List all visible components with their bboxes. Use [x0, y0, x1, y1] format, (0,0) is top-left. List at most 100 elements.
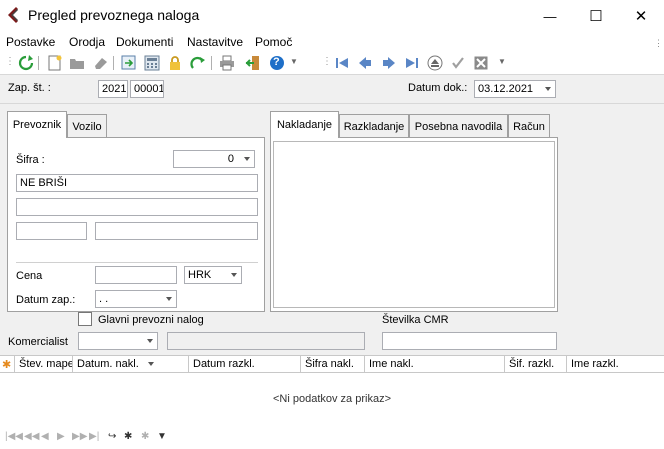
chevron-down-icon [148, 362, 154, 366]
maximize-icon: ☐ [589, 8, 603, 25]
header-divider [0, 103, 664, 104]
append-row-icon[interactable]: ↪ [108, 431, 116, 442]
currency-select[interactable]: HRK [184, 266, 242, 284]
panel-divider [16, 262, 258, 263]
minimize-button[interactable]: — [527, 0, 573, 32]
print-icon[interactable] [218, 54, 236, 72]
column-header[interactable]: Šifra nakl. [301, 356, 365, 373]
column-header[interactable]: Štev. mape [15, 356, 73, 373]
next-row-icon[interactable]: ▶ [57, 431, 65, 442]
folder-icon[interactable] [68, 54, 86, 72]
row-indicator-icon: ✱ [0, 356, 15, 373]
tab-nakladanje[interactable]: Nakladanje [270, 111, 339, 138]
date-doc-field[interactable]: 03.12.2021 [474, 80, 556, 98]
check-icon[interactable] [449, 54, 467, 72]
sifra-label: Šifra : [16, 154, 45, 166]
filter-icon[interactable]: ▼ [157, 431, 167, 442]
date-doc-value: 03.12.2021 [478, 83, 534, 95]
help-icon[interactable]: ? [268, 54, 286, 72]
toolbar-grip-icon: ⋮ [322, 56, 332, 67]
previous-record-icon[interactable] [356, 54, 374, 72]
calculator-icon[interactable] [143, 54, 161, 72]
datum-zap-field[interactable]: . . [95, 290, 177, 308]
menu-overflow-icon[interactable]: ⋮ [654, 38, 663, 49]
glavni-nalog-label: Glavni prevozni nalog [98, 314, 204, 326]
chevron-down-icon [231, 273, 237, 277]
menu-pomoc[interactable]: Pomoč [255, 35, 292, 49]
empty-grid-message: <Ni podatkov za prikaz> [272, 393, 391, 405]
tab-prevoznik[interactable]: Prevoznik [7, 111, 67, 138]
chevron-down-icon [244, 157, 250, 161]
sifra-field[interactable]: 0 [173, 150, 255, 168]
cena-field[interactable] [95, 266, 177, 284]
last-page-icon[interactable]: ▶| [89, 431, 99, 442]
column-header[interactable]: Šif. razkl. [505, 356, 567, 373]
lock-icon[interactable] [166, 54, 184, 72]
previous-page-icon[interactable]: ◀◀ [24, 431, 39, 442]
tab-vozilo[interactable]: Vozilo [67, 114, 107, 138]
next-page-icon[interactable]: ▶▶ [72, 431, 87, 442]
column-header[interactable]: Datum. nakl. [73, 356, 189, 373]
new-document-icon[interactable] [46, 54, 64, 72]
title-bar: Pregled prevoznega naloga — ☐ ✕ [0, 0, 664, 32]
last-record-icon[interactable] [403, 54, 421, 72]
cancel-icon[interactable] [472, 54, 490, 72]
close-icon: ✕ [634, 8, 648, 25]
window-title: Pregled prevoznega naloga [28, 7, 200, 23]
komercialist-label: Komercialist [8, 336, 68, 348]
year-field[interactable]: 2021 [98, 80, 128, 98]
address-field[interactable] [16, 198, 258, 216]
column-header[interactable]: Datum razkl. [189, 356, 301, 373]
first-page-icon[interactable]: |◀◀ [5, 431, 23, 442]
komercialist-select[interactable] [78, 332, 158, 350]
menu-postavke[interactable]: Postavke [6, 35, 55, 49]
menu-nastavitve[interactable]: Nastavitve [187, 35, 243, 49]
menu-bar: Postavke Orodja Dokumenti Nastavitve Pom… [0, 32, 664, 52]
number-field[interactable]: 00001 [130, 80, 164, 98]
form-area: Zap. št. : 2021 00001 Datum dok.: 03.12.… [0, 74, 664, 355]
toolbar-dropdown-icon[interactable]: ▼ [498, 57, 506, 66]
refresh-icon[interactable] [17, 54, 35, 72]
cmr-field[interactable] [382, 332, 557, 350]
date-doc-label: Datum dok.: [408, 82, 468, 94]
toolbar: ⋮ ? ▼ ⋮ ▼ [0, 52, 664, 74]
redo-icon[interactable] [189, 54, 207, 72]
city-field[interactable] [95, 222, 258, 240]
chevron-down-icon [147, 339, 153, 343]
tab-posebna-navodila[interactable]: Posebna navodila [409, 114, 508, 138]
column-header[interactable]: Ime razkl. [567, 356, 664, 373]
close-button[interactable]: ✕ [618, 0, 664, 32]
datum-zap-value: . . [99, 293, 109, 305]
help-glyph: ? [273, 56, 280, 68]
eraser-icon[interactable] [92, 54, 110, 72]
nakladanje-textarea[interactable] [273, 141, 555, 308]
postal-code-field[interactable] [16, 222, 87, 240]
grid-header: ✱ Štev. mape Datum. nakl. Datum razkl. Š… [0, 355, 664, 373]
next-record-icon[interactable] [380, 54, 398, 72]
menu-orodja[interactable]: Orodja [69, 35, 105, 49]
minimize-icon: — [543, 8, 557, 24]
eject-icon[interactable] [426, 54, 444, 72]
new-row-icon[interactable]: ✱ [124, 431, 132, 442]
name-field[interactable]: NE BRIŠI [16, 174, 258, 192]
cmr-label: Številka CMR [382, 314, 449, 326]
chevron-down-icon [545, 87, 551, 91]
exit-icon[interactable] [244, 54, 262, 72]
tab-racun[interactable]: Račun [508, 114, 550, 138]
toolbar-separator [38, 56, 39, 70]
maximize-button[interactable]: ☐ [573, 0, 619, 32]
komercialist-name-field [167, 332, 365, 350]
column-header-label: Datum. nakl. [77, 358, 139, 370]
column-header[interactable]: Ime nakl. [365, 356, 505, 373]
datum-zap-label: Datum zap.: [16, 294, 76, 306]
export-icon[interactable] [120, 54, 138, 72]
menu-dokumenti[interactable]: Dokumenti [116, 35, 173, 49]
first-record-icon[interactable] [333, 54, 351, 72]
glavni-nalog-checkbox[interactable] [78, 312, 92, 326]
delete-row-icon[interactable]: ✱ [141, 431, 149, 442]
tab-razkladanje[interactable]: Razkladanje [339, 114, 409, 138]
previous-row-icon[interactable]: ◀ [41, 431, 49, 442]
cena-label: Cena [16, 270, 43, 282]
toolbar-grip-icon: ⋮ [5, 56, 15, 67]
help-dropdown-icon[interactable]: ▼ [290, 57, 298, 66]
